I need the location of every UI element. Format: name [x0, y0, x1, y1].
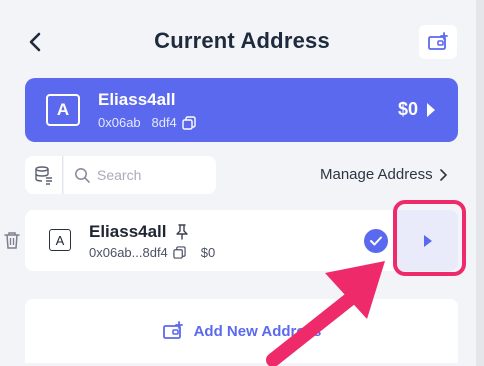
delete-address-button[interactable] — [4, 231, 20, 254]
search-input[interactable] — [97, 167, 207, 183]
database-filter-icon — [34, 166, 52, 185]
current-account-address: 0x06ab 8df4 — [98, 115, 177, 130]
trash-icon — [4, 232, 20, 249]
add-wallet-button[interactable] — [419, 25, 457, 59]
account-balance: $0 — [200, 245, 216, 260]
wallet-add-icon — [428, 32, 448, 50]
avatar: A — [49, 229, 71, 251]
play-arrow-icon — [427, 103, 435, 117]
pin-icon[interactable] — [175, 224, 189, 240]
account-name-row: Eliass4all — [89, 222, 189, 242]
copy-icon[interactable] — [173, 246, 186, 259]
add-new-address-button[interactable]: Add New Address — [25, 299, 458, 363]
manage-address-label: Manage Address — [320, 166, 433, 183]
search-icon — [75, 168, 90, 183]
switch-address-button[interactable] — [397, 210, 458, 271]
list-item[interactable]: A Eliass4all 0x06ab...8df4 $0 — [25, 210, 458, 271]
chevron-right-icon — [439, 168, 447, 181]
copy-icon[interactable] — [182, 115, 196, 130]
current-address-card[interactable]: A Eliass4all 0x06ab 8df4 $0 — [25, 78, 458, 142]
manage-address-link[interactable]: Manage Address — [320, 166, 447, 183]
current-account-name: Eliass4all — [98, 90, 176, 109]
current-account-address-row: 0x06ab 8df4 — [98, 115, 196, 130]
page-title: Current Address — [154, 28, 330, 53]
address-filter-button[interactable] — [25, 156, 63, 194]
wallet-add-icon — [162, 321, 183, 339]
current-account-balance: $0 — [397, 99, 418, 119]
window-edge — [476, 0, 484, 366]
address-panel: Current Address A Eliass4all 0x06ab 8df4… — [0, 0, 476, 366]
search-box — [64, 156, 216, 194]
add-new-address-label: Add New Address — [193, 322, 322, 340]
play-arrow-icon — [423, 234, 432, 247]
account-name: Eliass4all — [89, 222, 167, 241]
account-sub-row: 0x06ab...8df4 $0 — [89, 245, 215, 260]
avatar: A — [46, 94, 80, 126]
selected-check-icon — [364, 229, 388, 253]
account-address: 0x06ab...8df4 — [89, 245, 168, 260]
